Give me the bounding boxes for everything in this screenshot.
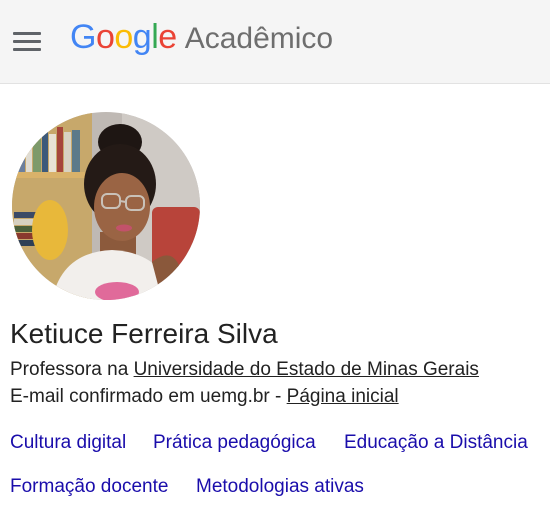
hamburger-menu-icon[interactable]	[10, 26, 44, 56]
top-bar: Google Acadêmico	[0, 0, 550, 84]
interest-link[interactable]: Cultura digital	[10, 432, 126, 454]
affiliation-prefix: Professora na	[10, 359, 134, 380]
logo-letter: G	[70, 18, 96, 56]
interest-link[interactable]: Metodologias ativas	[196, 476, 364, 498]
product-name: Acadêmico	[184, 22, 334, 55]
email-line: E-mail confirmado em uemg.br - Página in…	[10, 386, 399, 408]
interest-link[interactable]: Formação docente	[10, 476, 168, 498]
email-verified-text: E-mail confirmado em uemg.br -	[10, 386, 287, 407]
profile-photo-image	[12, 112, 200, 300]
google-wordmark: Google	[70, 18, 177, 57]
logo-letter: o	[114, 18, 133, 56]
profile-photo[interactable]	[12, 112, 200, 300]
affiliation-line: Professora na Universidade do Estado de …	[10, 359, 479, 381]
interest-link[interactable]: Educação a Distância	[344, 432, 528, 454]
profile-name: Ketiuce Ferreira Silva	[10, 318, 278, 349]
interest-link[interactable]: Prática pedagógica	[153, 432, 316, 454]
logo-letter: e	[158, 18, 177, 56]
logo-letter: o	[95, 18, 115, 56]
homepage-link[interactable]: Página inicial	[287, 386, 399, 407]
google-scholar-logo[interactable]: Google Acadêmico	[70, 18, 333, 62]
affiliation-link[interactable]: Universidade do Estado de Minas Gerais	[134, 359, 479, 380]
logo-letter: g	[132, 18, 152, 56]
